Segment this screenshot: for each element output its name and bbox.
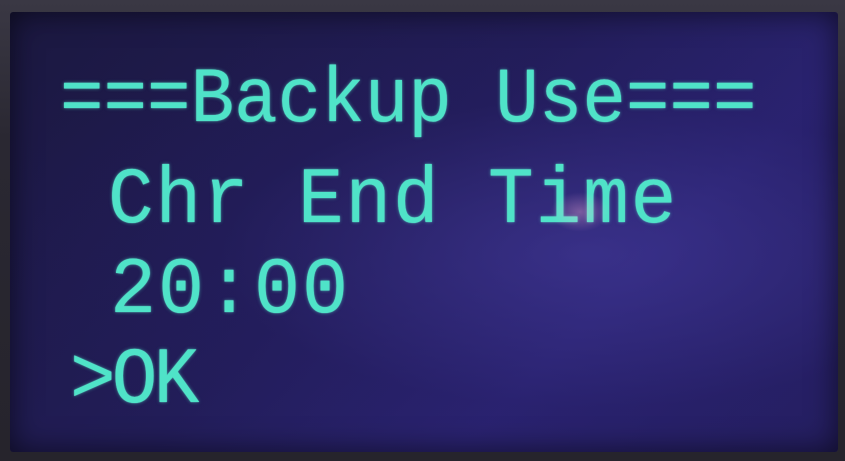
screen-header: ===Backup Use=== [60, 57, 757, 145]
lcd-screen: ===Backup Use=== Chr End Time 20:00 >OK [10, 12, 838, 452]
ok-menu-option[interactable]: >OK [70, 342, 199, 422]
screen-glare [550, 192, 610, 232]
device-bezel: ===Backup Use=== Chr End Time 20:00 >OK [0, 0, 845, 461]
setting-value[interactable]: 20:00 [110, 252, 350, 332]
